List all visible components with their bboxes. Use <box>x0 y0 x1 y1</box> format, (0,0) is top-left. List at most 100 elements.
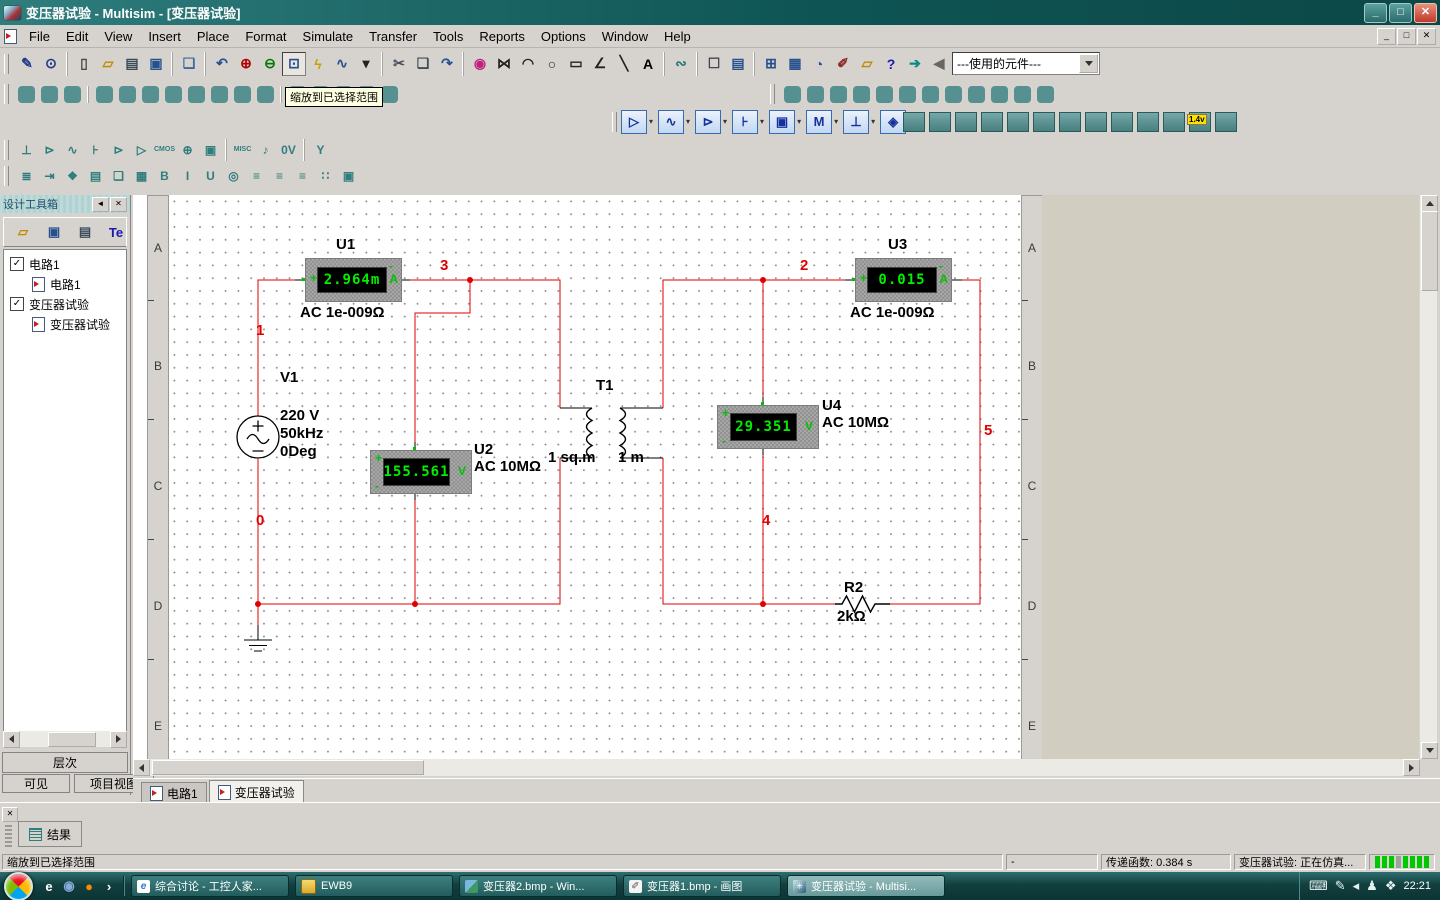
diode-virtual-icon[interactable]: ⊳ <box>107 139 130 161</box>
rect-shape-icon[interactable]: ▭ <box>564 52 588 76</box>
toolbar-icon-placeholder[interactable] <box>142 86 159 103</box>
schematic-sheet[interactable] <box>168 195 1021 759</box>
mdi-restore-button[interactable]: □ <box>1397 28 1416 45</box>
tree-item-1[interactable]: ✓电路1 <box>4 254 126 274</box>
taskbar-button-4[interactable]: ✐变压器1.bmp - 画图 <box>623 875 781 897</box>
ttl-icon[interactable]: ▷ <box>130 139 153 161</box>
spreadsheet-icon[interactable]: ▦ <box>783 52 807 76</box>
export-icon[interactable]: ➔ <box>903 52 927 76</box>
dt-save-icon[interactable]: ▣ <box>42 220 66 244</box>
instrument-icon-5[interactable] <box>1007 112 1029 132</box>
line-shape-icon[interactable]: ╲ <box>612 52 636 76</box>
scrollbar-thumb[interactable] <box>48 732 96 747</box>
taskbar-button-3[interactable]: 变压器2.bmp - Win... <box>459 875 617 897</box>
toolbar-grip[interactable] <box>4 140 9 160</box>
clipboard-icon[interactable]: ❏ <box>107 165 130 187</box>
color-icon[interactable]: ◉ <box>468 52 492 76</box>
instrument-icon-13[interactable] <box>1215 112 1237 132</box>
sheet-tab-2[interactable]: 变压器试验 <box>209 780 304 803</box>
transistor-virtual-icon[interactable]: ⊦ <box>84 139 107 161</box>
transistor-family-icon[interactable]: ⊦ <box>732 110 758 134</box>
toolbar-grip[interactable] <box>4 54 9 74</box>
toolbar-icon-placeholder[interactable] <box>96 86 113 103</box>
menu-options[interactable]: Options <box>533 27 594 46</box>
qq-tray-icon[interactable]: ♟ <box>1366 878 1378 894</box>
image-icon[interactable]: ▦ <box>130 165 153 187</box>
tab-hierarchy[interactable]: 层次 <box>2 752 128 773</box>
toolbar-icon-placeholder[interactable] <box>1014 86 1031 103</box>
instrument-icon-3[interactable] <box>955 112 977 132</box>
print-icon[interactable]: ▤ <box>120 52 144 76</box>
tab-visible[interactable]: 可见 <box>2 774 70 793</box>
basic-family-icon[interactable]: ∿ <box>658 110 684 134</box>
save-icon[interactable]: ▣ <box>144 52 168 76</box>
toolbar-icon-placeholder[interactable] <box>807 86 824 103</box>
tree-subitem[interactable]: 变压器试验 <box>4 314 126 334</box>
design-toolbox-scrollbar[interactable] <box>3 731 127 747</box>
scroll-down-button[interactable] <box>1421 742 1438 759</box>
cmos-icon[interactable]: CMOS <box>153 139 176 161</box>
results-close-button[interactable]: ✕ <box>2 807 18 822</box>
zoom-page-icon[interactable]: ⊙ <box>39 52 63 76</box>
instrument-icon-10[interactable] <box>1137 112 1159 132</box>
underline-icon[interactable]: U <box>199 165 222 187</box>
web-icon[interactable]: ◎ <box>222 165 245 187</box>
zoom-in-icon[interactable]: ⊕ <box>234 52 258 76</box>
copy-icon[interactable]: ❏ <box>411 52 435 76</box>
start-button[interactable] <box>4 872 33 900</box>
toolbar-grip[interactable] <box>4 84 9 104</box>
ruler-icon[interactable]: ✐ <box>831 52 855 76</box>
picture-icon[interactable]: ▤ <box>84 165 107 187</box>
menu-place[interactable]: Place <box>189 27 238 46</box>
goto-icon[interactable]: ⇥ <box>38 165 61 187</box>
toolbar-icon-placeholder[interactable] <box>381 86 398 103</box>
scroll-left-button[interactable] <box>133 759 150 776</box>
bus-icon[interactable]: ∾ <box>669 52 693 76</box>
sheet-view-icon[interactable]: ▤ <box>726 52 750 76</box>
align-left-icon[interactable]: ≡ <box>245 165 268 187</box>
collapse-tray-icon[interactable]: ◂ <box>1353 878 1360 894</box>
power-source-icon[interactable]: ⊥ <box>15 139 38 161</box>
toolbar-icon-placeholder[interactable] <box>830 86 847 103</box>
undo-icon[interactable]: ↶ <box>210 52 234 76</box>
misc-digital-family-icon-dropdown[interactable]: ▾ <box>834 117 838 126</box>
text-tool-icon[interactable]: A <box>636 52 660 76</box>
bowtie-shape-icon[interactable]: ⋈ <box>492 52 516 76</box>
pen-tray-icon[interactable]: ✎ <box>1335 878 1346 894</box>
checkbox-checked-icon[interactable]: ✓ <box>10 257 24 271</box>
taskbar-button-1[interactable]: e综合讨论 - 工控人家... <box>131 875 289 897</box>
toolbar-icon-placeholder[interactable] <box>234 86 251 103</box>
browser-quicklaunch-icon[interactable]: ● <box>81 877 97 895</box>
basic-family-icon-dropdown[interactable]: ▾ <box>686 117 690 126</box>
dt-te-icon[interactable]: Te <box>104 220 128 244</box>
toolbar-icon-placeholder[interactable] <box>968 86 985 103</box>
dock-close-button[interactable]: ✕ <box>110 197 127 212</box>
source-family-icon[interactable]: ▷ <box>621 110 647 134</box>
instrument-icon-12[interactable]: 1.4v <box>1189 112 1211 132</box>
menu-window[interactable]: Window <box>594 27 656 46</box>
toolbar-icon-placeholder[interactable] <box>211 86 228 103</box>
simulate-switch-icon[interactable]: ϟ <box>306 52 330 76</box>
ic-family-icon-dropdown[interactable]: ▾ <box>797 117 801 126</box>
menu-help[interactable]: Help <box>656 27 699 46</box>
misc-digital-family-icon[interactable]: M <box>806 110 832 134</box>
help-icon[interactable]: ? <box>879 52 903 76</box>
align-center-icon[interactable]: ≡ <box>268 165 291 187</box>
power-family-icon-dropdown[interactable]: ▾ <box>871 117 875 126</box>
align-right-icon[interactable]: ≡ <box>291 165 314 187</box>
paste-icon[interactable]: ❏ <box>177 52 201 76</box>
menu-transfer[interactable]: Transfer <box>361 27 425 46</box>
network-tray-icon[interactable]: ❖ <box>1385 878 1397 894</box>
pointer-edit-icon[interactable]: ✎ <box>15 52 39 76</box>
tab-results[interactable]: 结果 <box>18 821 82 847</box>
toolbar-icon-placeholder[interactable] <box>1037 86 1054 103</box>
select-area-icon[interactable]: ☐ <box>702 52 726 76</box>
schematic-canvas[interactable]: ABCDE ABCDE <box>133 195 1419 759</box>
scrollbar-thumb[interactable] <box>1421 211 1438 291</box>
expand-quicklaunch-icon[interactable]: › <box>101 877 117 895</box>
menu-simulate[interactable]: Simulate <box>295 27 362 46</box>
menu-insert[interactable]: Insert <box>140 27 189 46</box>
new-file-icon[interactable]: ▯ <box>72 52 96 76</box>
open-file-icon[interactable]: ▱ <box>96 52 120 76</box>
toolbar-icon-placeholder[interactable] <box>784 86 801 103</box>
